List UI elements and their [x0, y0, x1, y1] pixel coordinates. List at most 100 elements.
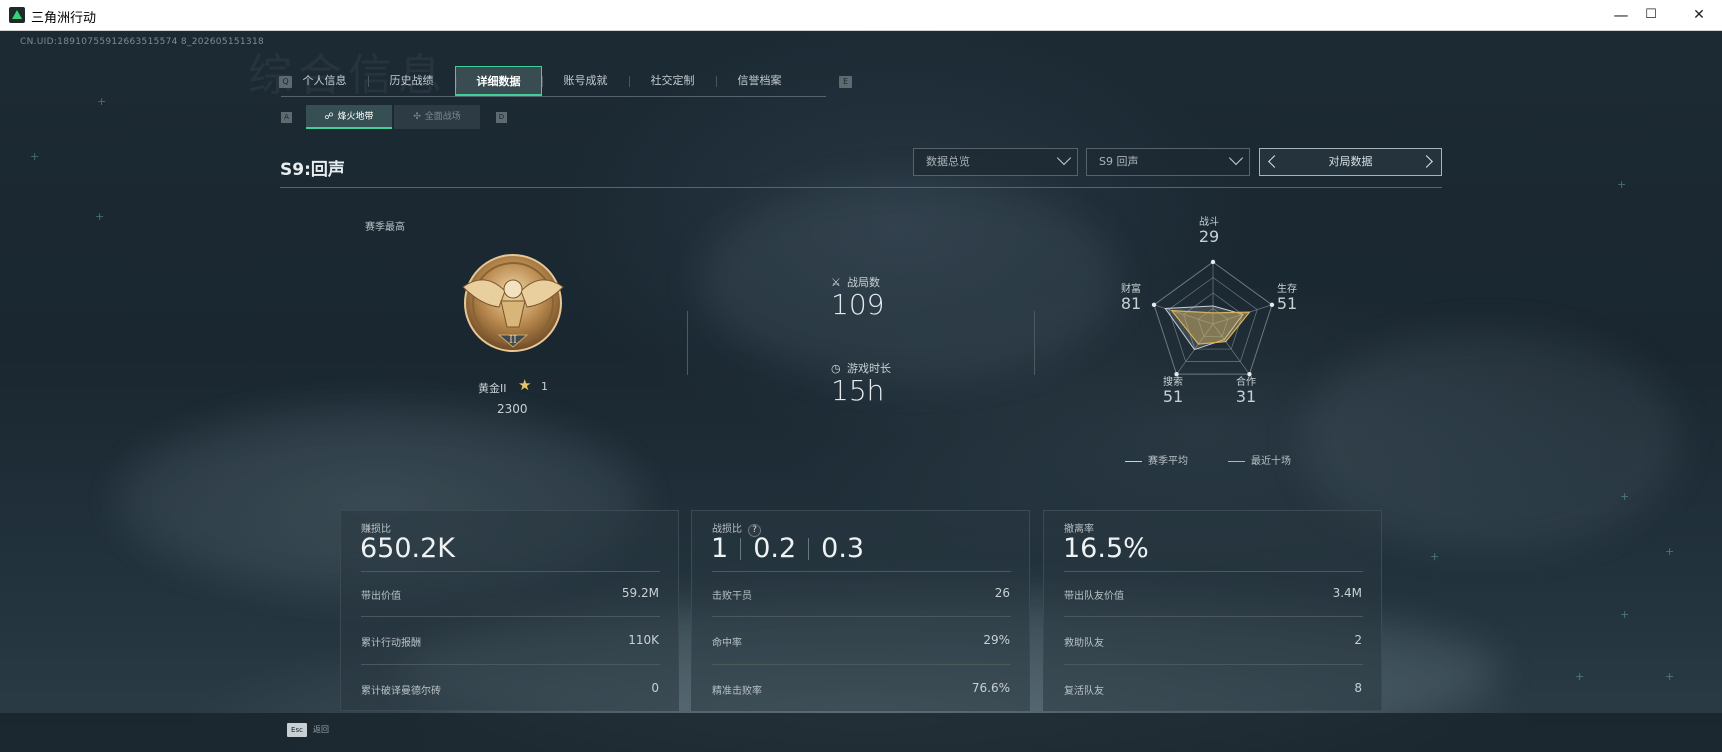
- card-divider: [1064, 571, 1363, 572]
- legend-line-icon: [1228, 460, 1245, 462]
- maximize-button[interactable]: ☐: [1628, 0, 1674, 31]
- radar-svg: [1151, 259, 1275, 377]
- row-value: 110K: [628, 633, 659, 647]
- card-big-value: 1 0.2 0.3: [711, 533, 864, 564]
- window-title: 三角洲行动: [31, 11, 97, 26]
- back-label[interactable]: 返回: [313, 724, 329, 735]
- rank-name: 黄金II: [478, 382, 507, 395]
- tab-personal-info[interactable]: 个人信息: [281, 66, 368, 96]
- decor-cross-icon: +: [1620, 608, 1630, 621]
- footer-bar: [0, 713, 1722, 752]
- decor-cross-icon: +: [1617, 178, 1627, 191]
- background-cloud: [700, 181, 1120, 381]
- card-big-value: 650.2K: [360, 533, 456, 564]
- rank-emblem-icon: II: [462, 254, 564, 352]
- decor-cross-icon: +: [97, 95, 107, 108]
- star-icon: ★: [518, 376, 532, 394]
- legend-recent-ten: 最近十场: [1228, 452, 1291, 467]
- radar-value-cooperation: 31: [1235, 387, 1257, 406]
- radar-label-survival: 生存: [1277, 284, 1297, 295]
- decor-cross-icon: +: [95, 210, 105, 223]
- radar-value-wealth: 81: [1120, 294, 1142, 313]
- card-divider: [712, 616, 1011, 617]
- subtab-next-key[interactable]: D: [496, 112, 507, 123]
- data-overview-dropdown[interactable]: 数据总览: [913, 148, 1078, 176]
- card-big-value: 16.5%: [1063, 533, 1149, 564]
- row-label: 复活队友: [1064, 686, 1104, 697]
- rank-stars: 1: [541, 380, 548, 393]
- close-button[interactable]: ✕: [1676, 0, 1722, 31]
- row-value: 59.2M: [621, 586, 659, 600]
- ability-radar-chart: [1108, 234, 1318, 414]
- row-value: 0: [651, 681, 659, 695]
- season-dropdown[interactable]: S9 回声: [1086, 148, 1250, 176]
- row-value: 29%: [983, 633, 1010, 647]
- chevron-right-icon[interactable]: [1420, 155, 1433, 168]
- radar-label-search: 搜索: [1163, 377, 1183, 388]
- tab-history[interactable]: 历史战绩: [368, 66, 455, 96]
- decor-cross-icon: +: [1665, 545, 1675, 558]
- subtab-operations[interactable]: ☍ 烽火地带: [306, 105, 392, 129]
- decor-cross-icon: +: [1430, 550, 1440, 563]
- kd-part: 0.3: [821, 533, 865, 564]
- row-label: 带出价值: [361, 591, 401, 602]
- window-titlebar: 三角洲行动 — ☐ ✕: [0, 0, 1722, 31]
- tab-reputation[interactable]: 信誉档案: [716, 66, 803, 96]
- radar-value-survival: 51: [1276, 294, 1298, 313]
- row-label: 累计破译曼德尔砖: [361, 686, 441, 697]
- playtime-value: 15h: [831, 374, 885, 407]
- row-label: 精准击败率: [712, 686, 762, 697]
- subtab-prev-key[interactable]: A: [281, 112, 292, 123]
- extraction-card: 撤离率 16.5% 带出队友价值 3.4M 救助队友 2 复活队友 8: [1043, 510, 1382, 711]
- value-separator: [808, 537, 810, 560]
- row-value: 26: [994, 586, 1010, 600]
- section-divider: [687, 311, 688, 375]
- row-label: 击败干员: [712, 591, 752, 602]
- row-label: 命中率: [712, 638, 742, 649]
- row-value: 2: [1354, 633, 1362, 647]
- radar-value-combat: 29: [1198, 227, 1220, 246]
- card-divider: [712, 664, 1011, 665]
- game-canvas: 综合信息 + + + + + + + + + + CN.UID:18910755…: [0, 31, 1722, 752]
- user-uid: CN.UID:18910755912663515574 8_2026051513…: [20, 37, 265, 47]
- app-logo-icon: [9, 7, 25, 23]
- row-label: 救助队友: [1064, 638, 1104, 649]
- tab-social[interactable]: 社交定制: [629, 66, 716, 96]
- kd-part: 1: [711, 533, 729, 564]
- subtab-warfare[interactable]: ✣ 全面战场: [394, 105, 480, 129]
- tab-achievements[interactable]: 账号成就: [542, 66, 629, 96]
- row-value: 3.4M: [1332, 586, 1362, 600]
- card-divider: [1064, 616, 1363, 617]
- chevron-left-icon[interactable]: [1268, 155, 1281, 168]
- season-divider: [280, 187, 1442, 188]
- radar-label-wealth: 财富: [1121, 284, 1141, 295]
- warfare-icon: ✣: [413, 112, 421, 122]
- decor-cross-icon: +: [1620, 490, 1630, 503]
- rank-score: 2300: [497, 402, 528, 416]
- row-label: 带出队友价值: [1064, 591, 1124, 602]
- tab-detailed-data[interactable]: 详细数据: [455, 66, 542, 96]
- card-divider: [361, 664, 660, 665]
- decor-cross-icon: +: [30, 150, 40, 163]
- main-tabs: 个人信息 历史战绩 详细数据 账号成就 社交定制 信誉档案: [281, 66, 826, 97]
- operations-icon: ☍: [324, 112, 334, 122]
- kd-card: 战损比? 1 0.2 0.3 击败干员 26 命中率 29% 精准击败率 76.…: [691, 510, 1030, 711]
- row-label: 累计行动报酬: [361, 638, 421, 649]
- match-data-label: 对局数据: [1328, 155, 1373, 168]
- radar-value-search: 51: [1162, 387, 1184, 406]
- radar-vertex-dot: [1151, 302, 1157, 308]
- chevron-down-icon: [1228, 150, 1244, 166]
- svg-text:II: II: [509, 335, 517, 346]
- card-divider: [361, 616, 660, 617]
- card-divider: [712, 571, 1011, 572]
- tab-next-key[interactable]: E: [839, 76, 852, 88]
- matches-value: 109: [831, 288, 885, 321]
- season-title: S9:回声: [280, 160, 345, 180]
- esc-key[interactable]: Esc: [287, 723, 307, 737]
- radar-vertex-dot: [1210, 259, 1216, 265]
- subtab-warfare-label: 全面战场: [424, 112, 461, 122]
- card-divider: [1064, 664, 1363, 665]
- row-value: 76.6%: [971, 681, 1010, 695]
- decor-cross-icon: +: [1665, 670, 1675, 683]
- match-data-pager[interactable]: 对局数据: [1259, 148, 1442, 176]
